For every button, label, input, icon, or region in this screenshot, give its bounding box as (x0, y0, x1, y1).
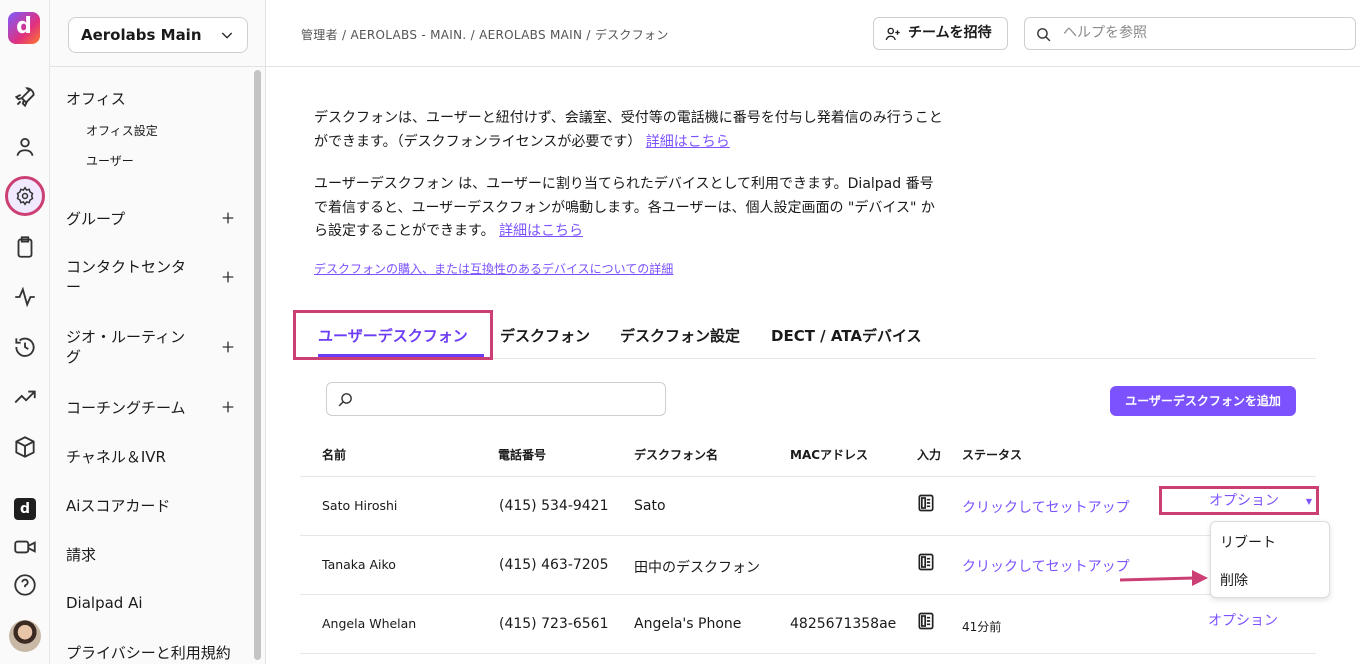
invite-team-button[interactable]: チームを招待 (873, 17, 1008, 50)
invite-team-label: チームを招待 (908, 25, 992, 41)
options-dropdown-highlight[interactable]: オプション ▼ (1159, 486, 1319, 515)
history-icon[interactable] (12, 334, 38, 360)
dialpad-logo-icon[interactable]: d (8, 12, 40, 44)
column-header-mac[interactable]: MACアドレス (790, 446, 868, 463)
menu-item-reboot[interactable]: リブート (1220, 532, 1276, 552)
activity-icon[interactable] (12, 284, 38, 310)
sidebar-item-groups[interactable]: グループ (66, 208, 125, 229)
tab-desk-phone-settings[interactable]: デスクフォン設定 (620, 325, 740, 346)
caret-down-icon: ▼ (1305, 497, 1312, 506)
row-3-phone: (415) 723-6561 (499, 616, 609, 632)
row-1-options-button[interactable]: オプション (1209, 490, 1279, 510)
sidebar-item-contact-center[interactable]: コンタクトセンター (66, 257, 196, 297)
sidebar-item-dialpad-ai[interactable]: Dialpad Ai (66, 594, 143, 612)
sidebar-scrollbar[interactable] (254, 70, 261, 660)
buy-devices-link[interactable]: デスクフォンの購入、または互換性のあるデバイスについての詳細 (314, 260, 673, 277)
table-divider (300, 594, 1316, 595)
top-bar: 管理者 / AEROLABS - MAIN. / AEROLABS MAIN /… (266, 0, 1360, 67)
column-header-status[interactable]: ステータス (962, 446, 1022, 463)
options-menu: リブート 削除 (1210, 521, 1330, 598)
plus-icon[interactable] (220, 269, 236, 285)
avatar[interactable] (9, 620, 41, 652)
workspace-selector[interactable]: Aerolabs Main (68, 17, 248, 53)
search-icon (1037, 28, 1051, 42)
plus-icon[interactable] (220, 339, 236, 355)
row-1-setup-link[interactable]: クリックしてセットアップ (962, 497, 1130, 517)
cube-icon[interactable] (12, 434, 38, 460)
intro-paragraph-user-desk-phone: ユーザーデスクフォン は、ユーザーに割り当てられたデバイスとして利用できます。D… (314, 173, 944, 244)
sidebar-item-coaching-teams[interactable]: コーチングチーム (66, 397, 186, 418)
video-icon[interactable] (12, 534, 38, 560)
table-divider (300, 653, 1316, 654)
learn-more-link-1[interactable]: 詳細はこちら (646, 134, 730, 150)
pointer-arrow-icon (1119, 570, 1208, 586)
intro-text-1: デスクフォンは、ユーザーと紐付けず、会議室、受付等の電話機に番号を付与し発着信の… (314, 110, 943, 150)
desk-phone-icon (918, 494, 934, 512)
row-2-desk-name: 田中のデスクフォン (634, 560, 760, 576)
column-header-name[interactable]: 名前 (322, 446, 346, 463)
table-divider (300, 476, 1316, 477)
sidebar-item-privacy[interactable]: プライバシーと利用規約 (66, 642, 231, 663)
sidebar-item-users[interactable]: ユーザー (86, 152, 134, 169)
row-3-mac: 4825671358ae (790, 616, 897, 632)
chevron-down-icon (221, 32, 233, 39)
row-2-name: Tanaka Aiko (322, 557, 396, 572)
row-2-phone: (415) 463-7205 (499, 557, 609, 573)
column-header-desk-phone-name[interactable]: デスクフォン名 (634, 446, 718, 463)
icon-rail: d d (0, 0, 50, 664)
help-icon[interactable] (12, 572, 38, 598)
help-search-input[interactable]: ヘルプを参照 (1024, 17, 1356, 50)
intro-text-2: ユーザーデスクフォン は、ユーザーに割り当てられたデバイスとして利用できます。D… (314, 176, 935, 239)
sidebar-divider (50, 66, 266, 67)
breadcrumb[interactable]: 管理者 / AEROLABS - MAIN. / AEROLABS MAIN /… (301, 26, 669, 43)
menu-item-delete[interactable]: 削除 (1220, 570, 1248, 590)
sidebar-item-office-settings[interactable]: オフィス設定 (86, 122, 158, 139)
row-1-desk-name: Sato (634, 498, 666, 514)
clipboard-icon[interactable] (12, 234, 38, 260)
workspace-name: Aerolabs Main (81, 26, 202, 44)
sidebar-item-geo-routing[interactable]: ジオ・ルーティング (66, 327, 196, 367)
learn-more-link-2[interactable]: 詳細はこちら (499, 223, 583, 239)
main-content: デスクフォンは、ユーザーと紐付けず、会議室、受付等の電話機に番号を付与し発着信の… (266, 67, 1360, 664)
add-user-icon (885, 27, 900, 41)
sidebar-item-office[interactable]: オフィス (66, 88, 126, 109)
plus-icon[interactable] (220, 399, 236, 415)
settings-gear-icon[interactable] (5, 176, 45, 216)
row-3-name: Angela Whelan (322, 616, 417, 631)
search-icon (338, 393, 352, 407)
rocket-icon[interactable] (12, 84, 38, 110)
sidebar-item-channels-ivr[interactable]: チャネル＆IVR (66, 446, 166, 467)
plus-icon[interactable] (220, 210, 236, 226)
tab-desk-phones[interactable]: デスクフォン (500, 325, 590, 346)
row-1-name: Sato Hiroshi (322, 498, 398, 513)
row-3-status: 41分前 (962, 620, 1002, 634)
sidebar: Aerolabs Main オフィス オフィス設定 ユーザー グループ コンタク… (50, 0, 266, 664)
table-divider (300, 535, 1316, 536)
dialpad-app-icon[interactable]: d (14, 498, 36, 520)
column-header-phone[interactable]: 電話番号 (498, 446, 546, 463)
table-search-input[interactable] (326, 382, 666, 416)
row-1-phone: (415) 534-9421 (499, 498, 609, 514)
intro-paragraph-desk-phone: デスクフォンは、ユーザーと紐付けず、会議室、受付等の電話機に番号を付与し発着信の… (314, 107, 944, 154)
row-2-setup-link[interactable]: クリックしてセットアップ (962, 556, 1130, 576)
tab-highlight-box (293, 310, 493, 360)
row-3-options-button[interactable]: オプション (1208, 610, 1278, 630)
trend-up-icon[interactable] (12, 384, 38, 410)
help-search-placeholder: ヘルプを参照 (1063, 25, 1147, 41)
desk-phone-icon (918, 553, 934, 571)
desk-phone-icon (918, 612, 934, 630)
row-3-desk-name: Angela's Phone (634, 616, 742, 632)
sidebar-item-ai-scorecard[interactable]: Aiスコアカード (66, 495, 170, 516)
tab-dect-ata-devices[interactable]: DECT / ATAデバイス (771, 325, 922, 346)
add-user-desk-phone-button[interactable]: ユーザーデスクフォンを追加 (1110, 386, 1296, 416)
user-icon[interactable] (12, 134, 38, 160)
column-header-input[interactable]: 入力 (917, 446, 941, 463)
sidebar-item-billing[interactable]: 請求 (66, 544, 96, 565)
